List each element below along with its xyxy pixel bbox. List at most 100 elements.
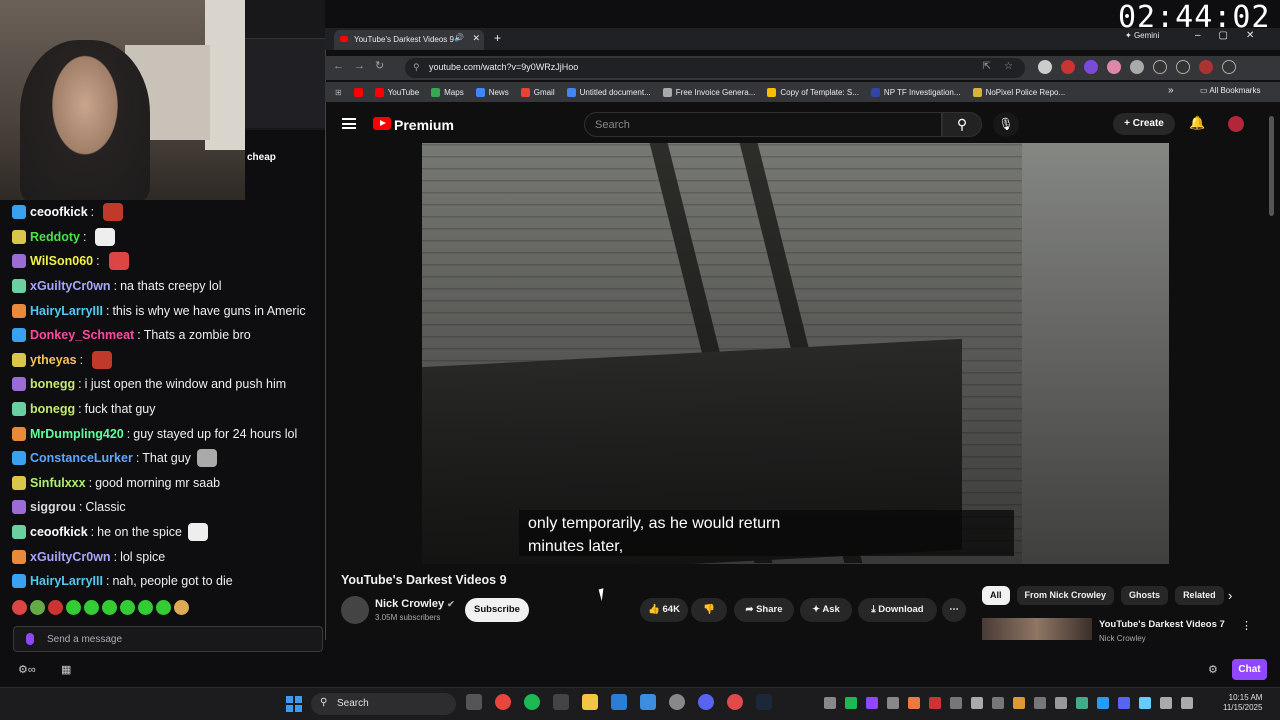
- volume-icon[interactable]: [1181, 697, 1193, 709]
- chat-badge-icon[interactable]: [12, 352, 26, 367]
- emote[interactable]: [30, 600, 45, 615]
- audio-icon[interactable]: 🔊: [454, 33, 464, 42]
- tray-icon[interactable]: [845, 697, 857, 709]
- chat-badge-icon[interactable]: [12, 549, 26, 564]
- microphone-icon[interactable]: 🎙: [993, 112, 1019, 137]
- chat-username[interactable]: Donkey_Schmeat: [30, 323, 134, 347]
- bookmarks-overflow-icon[interactable]: »: [1168, 85, 1174, 96]
- subscribe-button[interactable]: Subscribe: [465, 598, 529, 622]
- chat-badge-icon[interactable]: [12, 328, 26, 343]
- reading-list-icon[interactable]: [1176, 60, 1190, 74]
- tray-icon[interactable]: [887, 697, 899, 709]
- gear-icon[interactable]: ⚙: [1208, 663, 1218, 676]
- new-tab-button[interactable]: +: [494, 31, 501, 45]
- chat-username[interactable]: bonegg: [30, 372, 75, 396]
- window-controls[interactable]: –▢✕: [1195, 30, 1272, 41]
- chat-username[interactable]: xGuiltyCr0wn: [30, 545, 111, 569]
- emote[interactable]: [138, 600, 153, 615]
- steam-icon[interactable]: [756, 694, 772, 710]
- menu-icon[interactable]: [1222, 60, 1236, 74]
- account-avatar[interactable]: [1228, 116, 1244, 132]
- taskbar-search[interactable]: ⚲ Search: [311, 693, 456, 715]
- chip-all[interactable]: All: [982, 586, 1010, 605]
- chat-badge-icon[interactable]: [12, 377, 26, 392]
- discord-icon[interactable]: [698, 694, 714, 710]
- profile-avatar[interactable]: [1199, 60, 1213, 74]
- chat-badge-icon[interactable]: [12, 500, 26, 515]
- bookmark-item[interactable]: Copy of Template: S...: [767, 87, 859, 97]
- emote[interactable]: [120, 600, 135, 615]
- app-icon[interactable]: [727, 694, 743, 710]
- channel-avatar[interactable]: [341, 596, 369, 624]
- ask-button[interactable]: ✦ Ask: [800, 598, 852, 622]
- download-button[interactable]: ⤓ Download: [858, 598, 937, 622]
- chat-badge-icon[interactable]: [12, 303, 26, 318]
- chat-username[interactable]: ceoofkick: [30, 520, 88, 544]
- chat-input[interactable]: Send a message: [13, 626, 323, 652]
- scrollbar-thumb[interactable]: [1269, 116, 1274, 216]
- extension-icon[interactable]: [1038, 60, 1052, 74]
- app-icon[interactable]: [669, 694, 685, 710]
- gemini-button[interactable]: ✦ Gemini: [1125, 31, 1159, 40]
- bookmark-item[interactable]: Untitled document...: [566, 87, 651, 97]
- emote[interactable]: [48, 600, 63, 615]
- tray-icon[interactable]: [908, 697, 920, 709]
- bookmark-item[interactable]: News: [475, 87, 509, 97]
- extension-icon[interactable]: [1061, 60, 1075, 74]
- chip-from-channel[interactable]: From Nick Crowley: [1016, 586, 1115, 605]
- app-icon[interactable]: [611, 694, 627, 710]
- tray-icon[interactable]: [1055, 697, 1067, 709]
- address-bar[interactable]: ⚲ youtube.com/watch?v=9y0WRzJjHoo ⇱ ☆: [405, 58, 1025, 78]
- chat-gift-icon[interactable]: ▦: [61, 663, 71, 676]
- site-info-icon[interactable]: ⚲: [413, 62, 420, 73]
- chat-username[interactable]: HairyLarryIII: [30, 569, 103, 593]
- share-button[interactable]: ➦ Share: [734, 598, 794, 622]
- tray-icon[interactable]: [929, 697, 941, 709]
- chat-username[interactable]: ConstanceLurker: [30, 446, 133, 470]
- extension-icon[interactable]: [1107, 60, 1121, 74]
- puzzle-icon[interactable]: [1130, 60, 1144, 74]
- extensions-bar[interactable]: [1038, 60, 1236, 74]
- chat-badge-icon[interactable]: [12, 475, 26, 490]
- chat-badge-icon[interactable]: [12, 574, 26, 589]
- recommended-title[interactable]: YouTube's Darkest Videos 7: [1099, 619, 1225, 630]
- page-scrollbar[interactable]: [1268, 106, 1276, 640]
- chat-mic-icon[interactable]: [26, 633, 34, 645]
- chip-ghosts[interactable]: Ghosts: [1121, 586, 1169, 605]
- video-player[interactable]: [422, 143, 1169, 564]
- file-explorer-icon[interactable]: [582, 694, 598, 710]
- chat-username[interactable]: Sinfulxxx: [30, 471, 86, 495]
- chat-badge-icon[interactable]: [12, 205, 26, 220]
- system-clock[interactable]: 10:15 AM 11/15/2025: [1223, 693, 1262, 713]
- tray-icon[interactable]: [971, 697, 983, 709]
- tray-icon[interactable]: [1118, 697, 1130, 709]
- tray-icon[interactable]: [824, 697, 836, 709]
- chrome-icon[interactable]: [495, 694, 511, 710]
- wifi-icon[interactable]: [1160, 697, 1172, 709]
- bookmark-item[interactable]: [353, 87, 363, 97]
- spotify-icon[interactable]: [524, 694, 540, 710]
- chat-username[interactable]: xGuiltyCr0wn: [30, 274, 111, 298]
- bookmark-star-icon[interactable]: ☆: [1004, 61, 1013, 72]
- apps-icon[interactable]: ⊞: [335, 88, 342, 97]
- youtube-logo-icon[interactable]: [373, 117, 391, 130]
- chat-settings-icon[interactable]: ⚙∞: [18, 663, 36, 676]
- tray-icon[interactable]: [866, 697, 878, 709]
- chat-badge-icon[interactable]: [12, 279, 26, 294]
- navigation-buttons[interactable]: ←→↻: [333, 59, 394, 72]
- menu-icon[interactable]: [342, 118, 356, 129]
- bookmark-item[interactable]: YouTube: [374, 87, 419, 97]
- chat-badge-icon[interactable]: [12, 525, 26, 540]
- chat-username[interactable]: ceoofkick: [30, 200, 88, 224]
- sidebar-icon[interactable]: [1153, 60, 1167, 74]
- chat-username[interactable]: bonegg: [30, 397, 75, 421]
- emote[interactable]: [84, 600, 99, 615]
- tray-icon[interactable]: [1076, 697, 1088, 709]
- chat-badge-icon[interactable]: [12, 451, 26, 466]
- tray-icon[interactable]: [992, 697, 1004, 709]
- search-icon[interactable]: ⚲: [942, 112, 982, 137]
- emote-bar[interactable]: [12, 600, 189, 620]
- emote[interactable]: [102, 600, 117, 615]
- chat-username[interactable]: WilSon060: [30, 249, 93, 273]
- chevron-right-icon[interactable]: ›: [1228, 588, 1232, 603]
